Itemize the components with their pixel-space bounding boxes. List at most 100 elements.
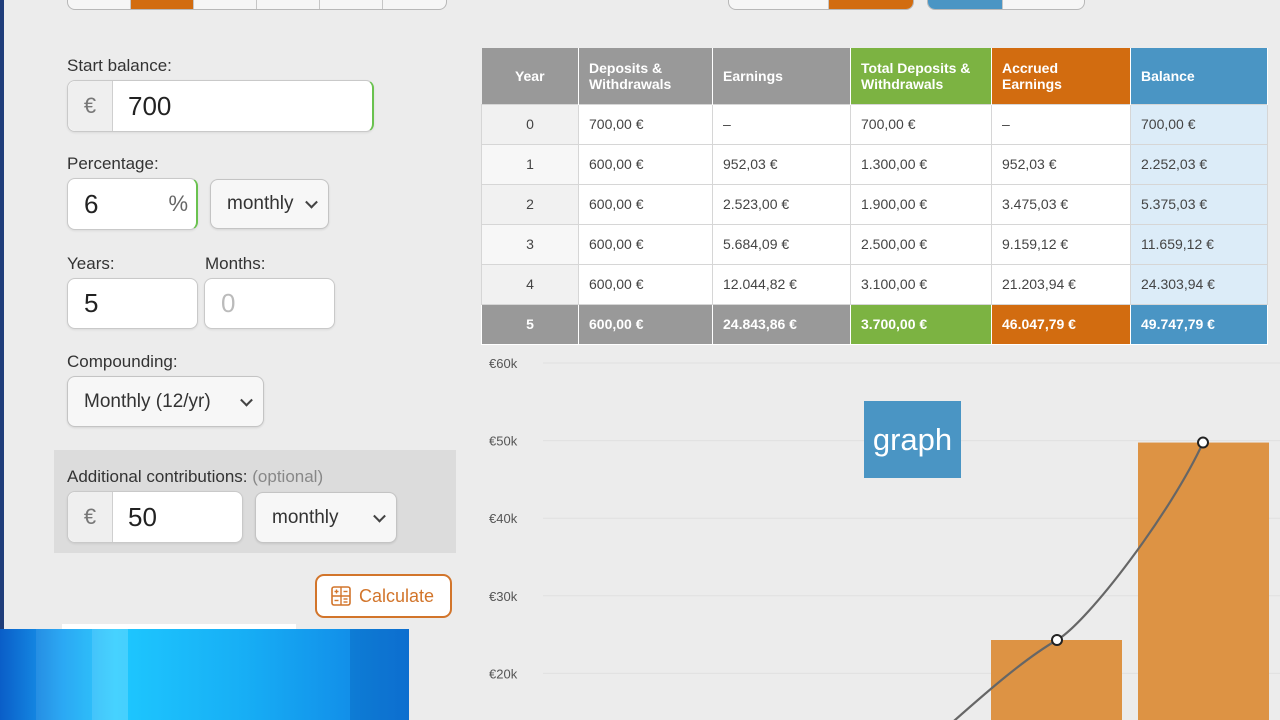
results-table: Year Deposits & Withdrawals Earnings Tot… bbox=[481, 48, 1268, 345]
chart-point bbox=[1051, 634, 1063, 647]
optional-hint: (optional) bbox=[252, 467, 324, 486]
chart-ticks: €60k €50k €40k €30k €20k bbox=[489, 356, 518, 681]
cell-total-deposits: 700,00 € bbox=[850, 103, 992, 145]
years-input[interactable]: 5 bbox=[67, 278, 198, 329]
contributions-value: 50 bbox=[128, 501, 157, 532]
chevron-down-icon bbox=[305, 195, 318, 209]
start-balance-input[interactable]: € 700 bbox=[67, 80, 374, 132]
cell-year: 4 bbox=[481, 263, 579, 305]
table-header-row: Year Deposits & Withdrawals Earnings Tot… bbox=[481, 48, 1268, 104]
cell-earnings: 952,03 € bbox=[712, 143, 851, 185]
cell-deposits: 600,00 € bbox=[578, 183, 713, 225]
chart-bar bbox=[1138, 442, 1269, 720]
cell-earnings: – bbox=[712, 103, 851, 145]
cell-deposits: 600,00 € bbox=[578, 303, 713, 345]
contributions-frequency-select[interactable]: monthly bbox=[255, 492, 397, 543]
percentage-label: Percentage: bbox=[67, 154, 159, 173]
contributions-input[interactable]: € 50 bbox=[67, 491, 243, 543]
years-value: 5 bbox=[84, 288, 99, 318]
contributions-label-text: Additional contributions: bbox=[67, 467, 248, 486]
cell-total-deposits: 2.500,00 € bbox=[850, 223, 992, 265]
start-balance-value: 700 bbox=[128, 90, 172, 121]
period-tabs[interactable] bbox=[67, 0, 447, 10]
cell-balance: 5.375,03 € bbox=[1130, 183, 1268, 225]
y-tick-label: €50k bbox=[489, 434, 518, 449]
wallpaper-stripe bbox=[36, 629, 92, 720]
percentage-frequency-value: monthly bbox=[227, 193, 294, 214]
table-row: 1 600,00 € 952,03 € 1.300,00 € 952,03 € … bbox=[481, 143, 1268, 185]
cell-earnings: 5.684,09 € bbox=[712, 223, 851, 265]
percentage-input[interactable]: 6 % bbox=[67, 178, 198, 230]
chart-point bbox=[1197, 436, 1209, 449]
cell-year: 2 bbox=[481, 183, 579, 225]
table-row: 3 600,00 € 5.684,09 € 2.500,00 € 9.159,1… bbox=[481, 223, 1268, 265]
view-toggle[interactable] bbox=[728, 0, 914, 10]
currency-prefix: € bbox=[68, 81, 113, 131]
cell-earnings: 24.843,86 € bbox=[712, 303, 851, 345]
table-row: 0 700,00 € – 700,00 € – 700,00 € bbox=[481, 103, 1268, 145]
chevron-down-icon bbox=[373, 509, 386, 523]
cell-total-deposits: 3.100,00 € bbox=[850, 263, 992, 305]
cell-deposits: 600,00 € bbox=[578, 223, 713, 265]
header-balance: Balance bbox=[1130, 48, 1268, 104]
cell-total-deposits: 1.900,00 € bbox=[850, 183, 992, 225]
chart-bar bbox=[991, 640, 1122, 720]
months-label: Months: bbox=[205, 254, 266, 273]
compounding-select[interactable]: Monthly (12/yr) bbox=[67, 376, 264, 427]
cell-deposits: 700,00 € bbox=[578, 103, 713, 145]
percent-suffix: % bbox=[168, 191, 188, 216]
cell-balance: 49.747,79 € bbox=[1130, 303, 1268, 345]
y-tick-label: €30k bbox=[489, 589, 518, 604]
table-total-row: 5 600,00 € 24.843,86 € 3.700,00 € 46.047… bbox=[481, 303, 1268, 345]
cell-balance: 11.659,12 € bbox=[1130, 223, 1268, 265]
compounding-value: Monthly (12/yr) bbox=[84, 390, 211, 412]
calculate-button[interactable]: Calculate bbox=[315, 574, 452, 618]
header-total-deposits: Total Deposits & Withdrawals bbox=[850, 48, 992, 104]
cell-year: 5 bbox=[481, 303, 579, 345]
wallpaper-stripe bbox=[350, 629, 409, 720]
wallpaper-stripe bbox=[92, 629, 128, 720]
cell-total-deposits: 3.700,00 € bbox=[850, 303, 992, 345]
years-label: Years: bbox=[67, 254, 115, 273]
compounding-label: Compounding: bbox=[67, 352, 178, 371]
cell-accrued: 21.203,94 € bbox=[991, 263, 1131, 305]
graph-label[interactable]: graph bbox=[864, 401, 961, 478]
header-deposits: Deposits & Withdrawals bbox=[578, 48, 713, 104]
y-tick-label: €40k bbox=[489, 511, 518, 526]
cell-accrued: 9.159,12 € bbox=[991, 223, 1131, 265]
header-accrued: Accrued Earnings bbox=[991, 48, 1131, 104]
chevron-down-icon bbox=[240, 393, 253, 407]
cell-earnings: 2.523,00 € bbox=[712, 183, 851, 225]
cell-accrued: 3.475,03 € bbox=[991, 183, 1131, 225]
calculate-label: Calculate bbox=[359, 585, 435, 606]
percentage-frequency-select[interactable]: monthly bbox=[210, 179, 329, 229]
chart-bars bbox=[991, 442, 1269, 720]
cell-year: 3 bbox=[481, 223, 579, 265]
cell-balance: 24.303,94 € bbox=[1130, 263, 1268, 305]
cell-deposits: 600,00 € bbox=[578, 263, 713, 305]
window-edge bbox=[0, 0, 4, 630]
cell-balance: 2.252,03 € bbox=[1130, 143, 1268, 185]
start-balance-label: Start balance: bbox=[67, 56, 172, 75]
cell-total-deposits: 1.300,00 € bbox=[850, 143, 992, 185]
cell-year: 1 bbox=[481, 143, 579, 185]
cell-earnings: 12.044,82 € bbox=[712, 263, 851, 305]
cell-balance: 700,00 € bbox=[1130, 103, 1268, 145]
header-year: Year bbox=[481, 48, 579, 104]
months-input[interactable]: 0 bbox=[204, 278, 335, 329]
y-tick-label: €60k bbox=[489, 356, 518, 371]
header-earnings: Earnings bbox=[712, 48, 851, 104]
months-placeholder: 0 bbox=[221, 288, 236, 318]
currency-prefix: € bbox=[68, 492, 113, 542]
desktop-wallpaper bbox=[0, 629, 409, 720]
contributions-label: Additional contributions: (optional) bbox=[67, 467, 323, 487]
calculator-icon bbox=[331, 586, 351, 606]
table-row: 2 600,00 € 2.523,00 € 1.900,00 € 3.475,0… bbox=[481, 183, 1268, 225]
table-row: 4 600,00 € 12.044,82 € 3.100,00 € 21.203… bbox=[481, 263, 1268, 305]
cell-accrued: – bbox=[991, 103, 1131, 145]
percentage-value: 6 bbox=[84, 188, 99, 219]
y-tick-label: €20k bbox=[489, 666, 518, 681]
cell-deposits: 600,00 € bbox=[578, 143, 713, 185]
chart-toggle[interactable] bbox=[927, 0, 1085, 10]
cell-accrued: 46.047,79 € bbox=[991, 303, 1131, 345]
